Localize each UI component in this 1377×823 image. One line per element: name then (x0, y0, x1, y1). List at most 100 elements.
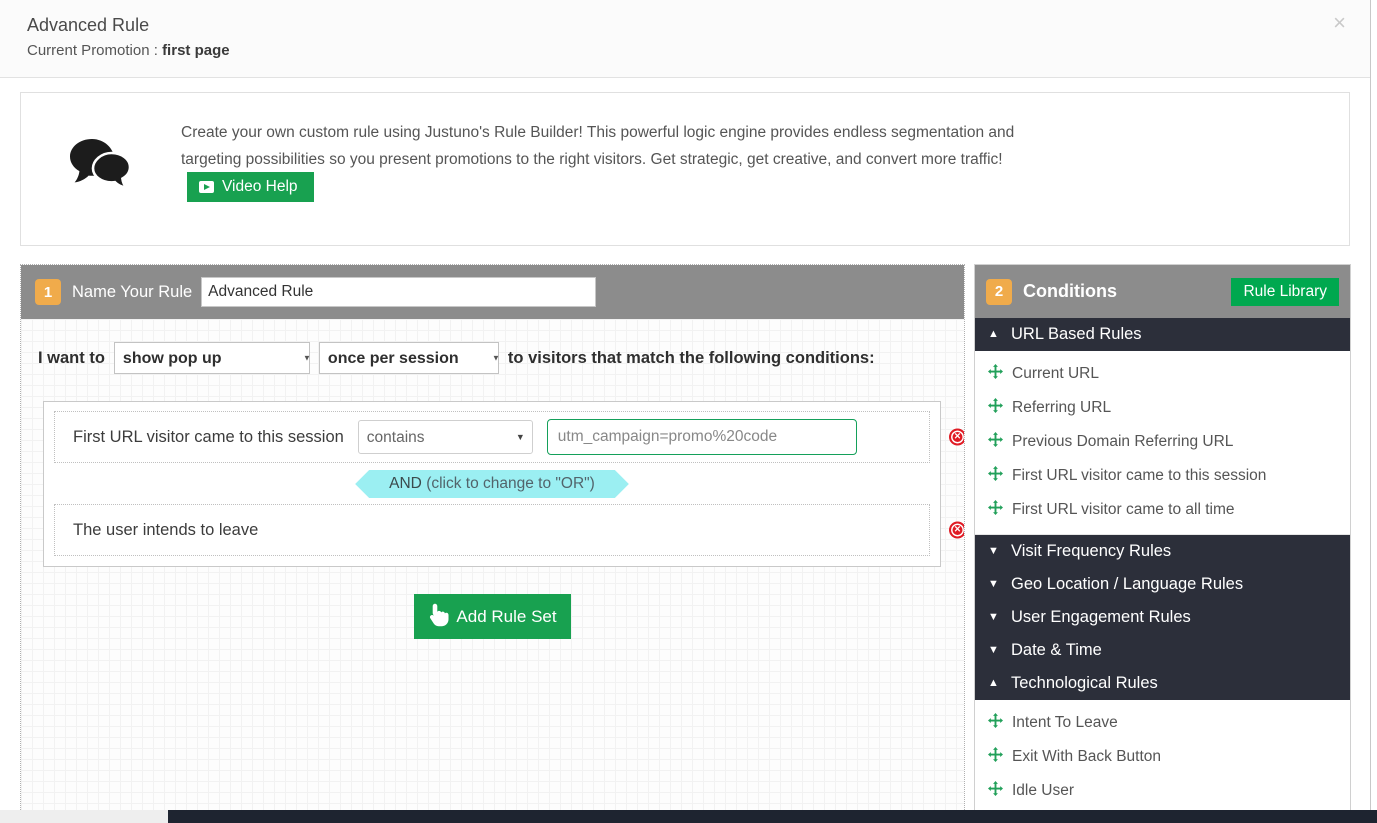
chevron-up-icon: ▲ (988, 329, 1002, 340)
delete-rule-icon[interactable]: × (949, 522, 964, 539)
condition-label: Exit With Back Button (1012, 748, 1161, 766)
rule-definition-panel: 1 Name Your Rule I want to show pop uphi… (20, 264, 965, 823)
category-body: Current URL Referring URL Previous Domain … (975, 351, 1350, 535)
condition-value-input[interactable] (547, 419, 857, 455)
move-handle-icon[interactable] (988, 432, 1012, 452)
list-item[interactable]: Current URL (975, 357, 1350, 391)
banner-text: Create your own custom rule using Justun… (181, 124, 1014, 168)
chevron-down-icon: ▼ (988, 645, 1002, 656)
table-row[interactable]: First URL visitor came to this session c… (54, 411, 930, 463)
rule-name-input[interactable] (201, 277, 596, 307)
move-handle-icon[interactable] (988, 713, 1012, 733)
category-body: Intent To Leave Exit With Back Button Idle… (975, 700, 1350, 823)
condition-label: Previous Domain Referring URL (1012, 433, 1233, 451)
connector-operator: AND (389, 475, 422, 492)
close-icon[interactable]: × (1333, 12, 1346, 34)
taskbar-left (0, 810, 168, 823)
and-or-toggle-button[interactable]: AND (click to change to "OR") (355, 470, 629, 498)
move-handle-icon[interactable] (988, 781, 1012, 801)
table-row[interactable]: The user intends to leave (54, 504, 930, 556)
page-title: Advanced Rule (27, 13, 1370, 37)
list-item[interactable]: Previous Domain Referring URL (975, 425, 1350, 459)
intent-prefix: I want to (38, 349, 105, 368)
rule-canvas: I want to show pop uphide pop up once pe… (21, 319, 964, 823)
list-item[interactable]: Idle User (975, 774, 1350, 808)
taskbar-dark (168, 810, 1377, 823)
category-header-visit-frequency-rules[interactable]: ▼ Visit Frequency Rules (975, 535, 1350, 568)
category-header-user-engagement-rules[interactable]: ▼ User Engagement Rules (975, 601, 1350, 634)
banner-description: Create your own custom rule using Justun… (181, 119, 1041, 203)
video-help-button[interactable]: Video Help (187, 172, 314, 202)
conditions-list[interactable]: ▲ URL Based Rules Current URL Referring URL… (975, 318, 1350, 823)
category-label: Geo Location / Language Rules (1011, 575, 1243, 594)
chat-bubbles-icon (21, 119, 181, 189)
condition-label: Intent To Leave (1012, 714, 1118, 732)
category-label: Technological Rules (1011, 674, 1158, 693)
move-handle-icon[interactable] (988, 747, 1012, 767)
list-item[interactable]: Exit With Back Button (975, 740, 1350, 774)
advanced-rule-modal: Advanced Rule Current Promotion : first … (0, 0, 1371, 823)
category-header-geo-location-language-rules[interactable]: ▼ Geo Location / Language Rules (975, 568, 1350, 601)
play-icon (199, 181, 214, 193)
page-right-edge (1371, 0, 1377, 810)
frequency-select[interactable]: once per sessiononce per visitorevery pa… (319, 342, 499, 374)
step-2-badge: 2 (986, 279, 1012, 305)
step-1-badge: 1 (35, 279, 61, 305)
frequency-select-wrap: once per sessiononce per visitorevery pa… (319, 342, 508, 374)
list-item[interactable]: Intent To Leave (975, 706, 1350, 740)
add-rule-set-label: Add Rule Set (456, 607, 556, 627)
category-label: User Engagement Rules (1011, 608, 1191, 627)
conditions-header: 2 Conditions Rule Library (975, 265, 1350, 318)
rule-set: First URL visitor came to this session c… (43, 401, 941, 567)
rule-condition-label: The user intends to leave (73, 521, 258, 540)
category-label: URL Based Rules (1011, 325, 1142, 344)
action-select[interactable]: show pop uphide pop up (114, 342, 310, 374)
condition-label: Idle User (1012, 782, 1074, 800)
list-item[interactable]: Referring URL (975, 391, 1350, 425)
condition-label: Referring URL (1012, 399, 1111, 417)
close-icon: × (954, 431, 960, 442)
category-label: Visit Frequency Rules (1011, 542, 1171, 561)
rule-library-button[interactable]: Rule Library (1231, 278, 1339, 306)
move-handle-icon[interactable] (988, 398, 1012, 418)
connector-row: AND (click to change to "OR") (54, 470, 930, 498)
delete-rule-icon[interactable]: × (949, 429, 964, 446)
name-your-rule-label: Name Your Rule (72, 283, 192, 302)
condition-label: First URL visitor came to all time (1012, 501, 1235, 519)
operator-select[interactable]: containsdoes not containisis notstarts w… (358, 420, 533, 454)
list-item[interactable]: First URL visitor came to this session (975, 459, 1350, 493)
add-rule-set-button[interactable]: Add Rule Set (414, 594, 570, 639)
chevron-down-icon: ▼ (988, 612, 1002, 623)
category-header-url-based-rules[interactable]: ▲ URL Based Rules (975, 318, 1350, 351)
rule-row-container-1: The user intends to leave × (54, 504, 930, 556)
rule-builder: 1 Name Your Rule I want to show pop uphi… (20, 264, 1351, 823)
name-your-rule-bar: 1 Name Your Rule (21, 265, 964, 319)
connector-hint: (click to change to "OR") (426, 475, 595, 492)
chevron-down-icon: ▼ (988, 546, 1002, 557)
intent-row: I want to show pop uphide pop up once pe… (21, 341, 964, 375)
chevron-down-icon: ▼ (988, 579, 1002, 590)
current-promotion: Current Promotion : first page (27, 39, 1370, 63)
move-handle-icon[interactable] (988, 500, 1012, 520)
conditions-panel: 2 Conditions Rule Library ▲ URL Based Rul… (974, 264, 1351, 823)
category-header-technological-rules[interactable]: ▲ Technological Rules (975, 667, 1350, 700)
condition-label: First URL visitor came to this session (1012, 467, 1266, 485)
conditions-title: Conditions (1023, 281, 1117, 302)
video-help-label: Video Help (222, 178, 298, 196)
condition-label: Current URL (1012, 365, 1099, 383)
action-select-wrap: show pop uphide pop up (105, 342, 319, 374)
move-handle-icon[interactable] (988, 364, 1012, 384)
category-label: Date & Time (1011, 641, 1102, 660)
list-item[interactable]: First URL visitor came to all time (975, 493, 1350, 527)
close-icon: × (954, 524, 960, 535)
modal-header: Advanced Rule Current Promotion : first … (0, 0, 1370, 78)
operator-select-wrap: containsdoes not containisis notstarts w… (344, 420, 533, 454)
current-promotion-prefix: Current Promotion : (27, 42, 162, 59)
chevron-up-icon: ▲ (988, 678, 1002, 689)
pointing-hand-icon (424, 601, 450, 632)
move-handle-icon[interactable] (988, 466, 1012, 486)
intent-suffix: to visitors that match the following con… (508, 349, 875, 368)
info-banner: Create your own custom rule using Justun… (20, 92, 1350, 246)
category-header-date-time[interactable]: ▼ Date & Time (975, 634, 1350, 667)
rule-row-container-0: First URL visitor came to this session c… (54, 411, 930, 463)
